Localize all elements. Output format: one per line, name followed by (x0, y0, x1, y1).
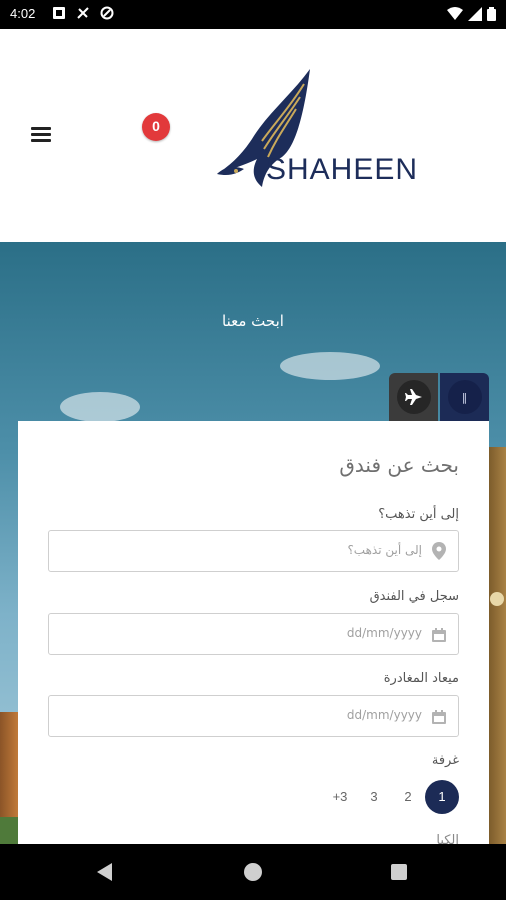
adults-label-partial: الكبا (436, 833, 459, 844)
cloud-decoration (60, 392, 140, 422)
signal-icon (467, 7, 482, 21)
sim-card-icon (53, 7, 65, 19)
recent-apps-icon[interactable] (391, 864, 407, 880)
check-in-label: سجل في الفندق (369, 589, 459, 604)
airplane-icon (396, 380, 431, 414)
check-out-placeholder: dd/mm/yyyy (346, 708, 422, 722)
clock-tower-image (488, 447, 506, 844)
rooms-label: غرفة (431, 753, 459, 768)
hero-title: ابحث معنا (222, 312, 284, 330)
destination-label: إلى أين تذهب؟ (378, 507, 459, 522)
cloud-decoration (280, 352, 380, 380)
destination-input[interactable]: إلى أين تذهب؟ (48, 530, 459, 572)
system-navigation-bar (0, 844, 506, 900)
grass-image (0, 817, 20, 844)
room-option-more[interactable]: +3 (323, 780, 357, 814)
brand-name: SHAHEEN (266, 153, 419, 186)
room-option-2[interactable]: 2 (391, 780, 425, 814)
hotel-icon: ‖ (447, 380, 482, 414)
room-option-3[interactable]: 3 (357, 780, 391, 814)
status-bar: 4:02 (0, 0, 506, 29)
no-internet-icon (77, 7, 89, 19)
check-in-date-input[interactable]: dd/mm/yyyy (48, 613, 459, 655)
status-time: 4:02 (10, 6, 36, 21)
destination-placeholder: إلى أين تذهب؟ (347, 543, 422, 557)
rooms-selector: 1 2 3 +3 (323, 779, 459, 815)
wifi-icon (446, 7, 463, 20)
app-header: 0 SHAHEEN (0, 29, 506, 242)
card-title: بحث عن فندق (339, 453, 459, 477)
check-out-label: ميعاد المغادرة (383, 671, 459, 686)
tab-hotels[interactable]: ‖ (440, 373, 489, 421)
room-option-1[interactable]: 1 (425, 780, 459, 814)
battery-icon (487, 7, 496, 21)
hamburger-menu-icon[interactable] (28, 124, 54, 146)
clock-face-image (490, 592, 504, 606)
location-pin-icon (432, 542, 446, 560)
home-icon[interactable] (244, 863, 262, 881)
tab-flights[interactable] (389, 373, 438, 421)
data-saver-icon (100, 6, 114, 20)
hero-section: ابحث معنا ‖ بحث عن فندق إلى أين تذهب؟ إل… (0, 242, 506, 844)
check-out-date-input[interactable]: dd/mm/yyyy (48, 695, 459, 737)
calendar-icon (432, 710, 446, 724)
back-icon[interactable] (97, 863, 112, 881)
cart-badge[interactable]: 0 (142, 113, 170, 141)
calendar-icon (432, 628, 446, 642)
check-in-placeholder: dd/mm/yyyy (346, 626, 422, 640)
hotel-search-card: بحث عن فندق إلى أين تذهب؟ إلى أين تذهب؟ … (18, 421, 489, 844)
